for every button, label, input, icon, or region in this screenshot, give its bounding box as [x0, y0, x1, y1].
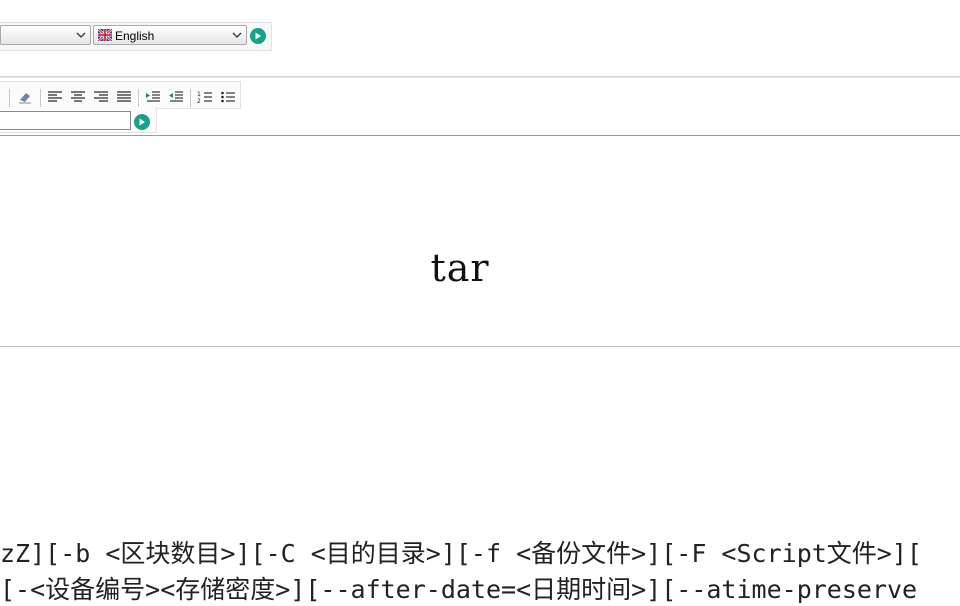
go-button[interactable]	[250, 28, 266, 44]
page-title: tar	[430, 246, 490, 290]
ordered-list-icon[interactable]: 1 2	[196, 88, 214, 106]
play-icon	[139, 118, 145, 126]
eraser-icon[interactable]	[16, 88, 34, 106]
svg-text:2: 2	[197, 98, 201, 105]
toolbar-separator	[40, 89, 41, 107]
toolbar-text-input[interactable]	[0, 111, 131, 130]
indent-increase-icon[interactable]	[144, 88, 162, 106]
unordered-list-icon[interactable]	[219, 88, 237, 106]
top-toolbar: English	[0, 0, 960, 77]
uk-flag-icon	[98, 29, 112, 41]
chevron-down-icon	[76, 32, 86, 38]
align-left-icon[interactable]	[46, 88, 64, 106]
command-syntax-line: zZ][-b <区块数目>][-C <目的目录>][-f <备份文件>][-F …	[0, 539, 922, 568]
align-justify-icon[interactable]	[115, 88, 133, 106]
apply-button[interactable]	[134, 114, 150, 130]
play-icon	[255, 32, 261, 40]
svg-text:1: 1	[197, 91, 201, 98]
language-select[interactable]: English	[93, 25, 247, 45]
toolbar-separator	[190, 89, 191, 107]
chevron-down-icon	[232, 32, 242, 38]
toolbar-separator	[9, 89, 10, 107]
format-toolbar: 1 2	[0, 77, 960, 137]
format-button-panel: 1 2	[0, 81, 241, 109]
indent-decrease-icon[interactable]	[167, 88, 185, 106]
align-right-icon[interactable]	[92, 88, 110, 106]
align-center-icon[interactable]	[69, 88, 87, 106]
language-select-value: English	[115, 29, 155, 43]
category-select[interactable]	[0, 25, 91, 45]
toolbar-separator	[138, 89, 139, 107]
command-syntax-line: [-<设备编号><存储密度>][--after-date=<日期时间>][--a…	[0, 575, 918, 604]
document-title-area: tar	[0, 136, 960, 347]
